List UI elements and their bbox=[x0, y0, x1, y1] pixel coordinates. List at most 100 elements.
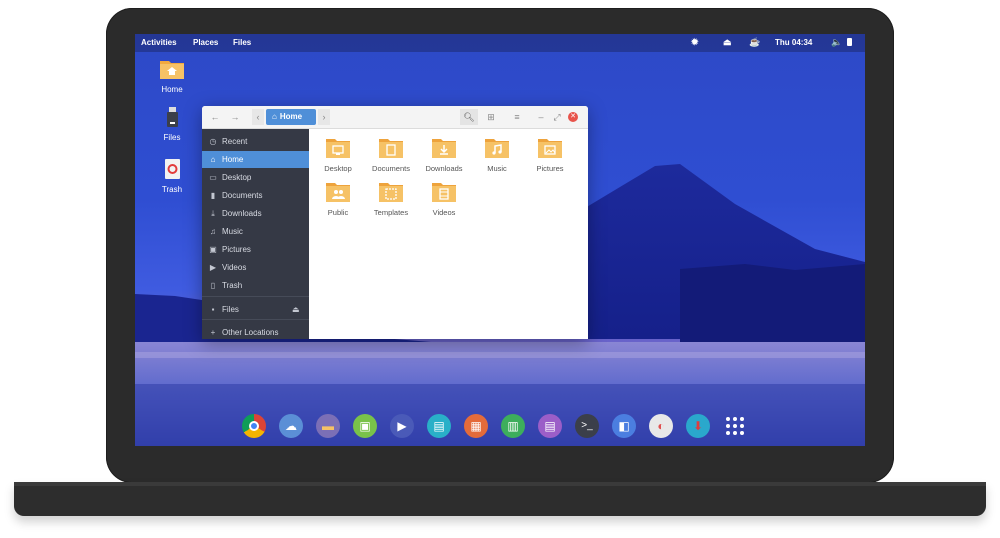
minimize-button[interactable]: – bbox=[536, 109, 546, 125]
eject-icon[interactable]: ⏏ bbox=[292, 301, 300, 318]
templates-folder-icon bbox=[379, 183, 403, 202]
image-viewer-icon[interactable]: ▣ bbox=[353, 414, 377, 438]
maximize-button[interactable]: ⤢ bbox=[552, 109, 562, 125]
folder-label: Music bbox=[487, 164, 507, 173]
downloads-folder-icon bbox=[432, 139, 456, 158]
grid-view-icon[interactable]: ⊞ bbox=[484, 109, 498, 125]
close-button[interactable]: ✕ bbox=[568, 112, 578, 122]
folder-label: Templates bbox=[373, 208, 409, 217]
download-icon: ⤓ bbox=[211, 209, 215, 218]
video-icon: ▶ bbox=[209, 263, 217, 272]
sidebar-item-pictures[interactable]: ▣ Pictures bbox=[202, 241, 309, 258]
drive-icon: ▪ bbox=[211, 305, 215, 314]
breadcrumb-home[interactable]: ⌂ Home bbox=[266, 109, 316, 125]
headerbar: ← → ‹ ⌂ Home › 🔍︎ ⊞ ≡ – ⤢ ✕ bbox=[202, 106, 588, 129]
text-editor-icon[interactable]: ▤ bbox=[427, 414, 451, 438]
sidebar-item-other-locations[interactable]: + Other Locations bbox=[202, 324, 309, 339]
folder-public[interactable]: Public bbox=[313, 181, 363, 217]
pictures-folder-icon bbox=[538, 139, 562, 158]
breadcrumb-right-button[interactable]: › bbox=[318, 109, 330, 125]
desktop-icon-label: Files bbox=[163, 133, 181, 142]
media-player-icon[interactable]: ▶ bbox=[390, 414, 414, 438]
desktop-folder-icon bbox=[326, 139, 350, 158]
dock: ☁ ▬ ▣ ▶ ▤ ▦ ▥ ▤ >_ ◧ ◐ ⬇ bbox=[230, 405, 770, 445]
folder-music[interactable]: Music bbox=[472, 137, 522, 173]
clock-icon: ◷ bbox=[209, 137, 217, 146]
folder-desktop[interactable]: Desktop bbox=[313, 137, 363, 173]
files-menu[interactable]: Files bbox=[233, 38, 251, 47]
software-center-icon[interactable]: ⬇ bbox=[686, 414, 710, 438]
presentation-icon[interactable]: ▦ bbox=[464, 414, 488, 438]
music-folder-icon bbox=[485, 139, 509, 158]
sidebar-item-trash[interactable]: ▯ Trash bbox=[202, 277, 309, 294]
sidebar-item-documents[interactable]: ▮ Documents bbox=[202, 187, 309, 204]
sidebar: ◷ Recent ⌂ Home ▭ Desktop ▮ Documents ⤓ Downl… bbox=[202, 129, 309, 339]
breadcrumb-label: Home bbox=[279, 112, 303, 121]
desktop-icon: ▭ bbox=[209, 173, 217, 182]
desktop-icon-trash[interactable]: Trash bbox=[152, 158, 192, 194]
document-icon: ▮ bbox=[210, 191, 216, 200]
sidebar-divider bbox=[202, 319, 309, 320]
sidebar-item-desktop[interactable]: ▭ Desktop bbox=[202, 169, 309, 186]
music-icon: ♫ bbox=[210, 227, 216, 236]
folder-downloads[interactable]: Downloads bbox=[419, 137, 469, 173]
folder-videos[interactable]: Videos bbox=[419, 181, 469, 217]
battery-icon[interactable] bbox=[847, 38, 852, 48]
folder-documents[interactable]: Documents bbox=[366, 137, 416, 173]
usb-drive-icon bbox=[167, 107, 178, 127]
chrome-icon[interactable] bbox=[242, 414, 266, 438]
documents-folder-icon bbox=[379, 139, 403, 158]
folder-label: Downloads bbox=[425, 164, 463, 173]
trash-icon: ▯ bbox=[210, 281, 216, 290]
folder-label: Desktop bbox=[324, 164, 352, 173]
desktop-icon-label: Home bbox=[161, 85, 183, 94]
home-icon: ⌂ bbox=[272, 112, 277, 121]
folder-pictures[interactable]: Pictures bbox=[525, 137, 575, 173]
folder-label: Pictures bbox=[536, 164, 564, 173]
plus-icon: + bbox=[210, 328, 216, 337]
picture-icon: ▣ bbox=[209, 245, 217, 254]
desktop-icon-home[interactable]: Home bbox=[152, 58, 192, 94]
spreadsheet-icon[interactable]: ▥ bbox=[501, 414, 525, 438]
toggle-icon[interactable]: ◧ bbox=[612, 414, 636, 438]
clock[interactable]: Thu 04:34 bbox=[775, 38, 812, 47]
settings-icon[interactable]: ◐ bbox=[649, 414, 673, 438]
places-menu[interactable]: Places bbox=[193, 38, 218, 47]
settings-tray-icon[interactable]: ✹ bbox=[691, 37, 699, 48]
public-folder-icon bbox=[326, 183, 350, 202]
sidebar-item-downloads[interactable]: ⤓ Downloads bbox=[202, 205, 309, 222]
back-button[interactable]: ← bbox=[208, 109, 222, 125]
folder-label: Public bbox=[327, 208, 349, 217]
menu-icon[interactable]: ≡ bbox=[510, 109, 524, 125]
search-button[interactable]: 🔍︎ bbox=[460, 109, 478, 125]
terminal-icon[interactable]: >_ bbox=[575, 414, 599, 438]
sidebar-item-music[interactable]: ♫ Music bbox=[202, 223, 309, 240]
file-manager-window: ← → ‹ ⌂ Home › 🔍︎ ⊞ ≡ – ⤢ ✕ ◷ Recent ⌂ Home… bbox=[202, 106, 588, 339]
sidebar-item-videos[interactable]: ▶ Videos bbox=[202, 259, 309, 276]
activities-button[interactable]: Activities bbox=[141, 38, 177, 47]
forward-button[interactable]: → bbox=[228, 109, 242, 125]
breadcrumb-left-button[interactable]: ‹ bbox=[252, 109, 264, 125]
trash-icon bbox=[165, 159, 180, 179]
desktop-screen: Activities Places Files ✹ ⏏ ☕ Thu 04:34 … bbox=[135, 34, 865, 446]
sidebar-item-home[interactable]: ⌂ Home bbox=[202, 151, 309, 168]
sidebar-item-recent[interactable]: ◷ Recent bbox=[202, 133, 309, 150]
writer-icon[interactable]: ▤ bbox=[538, 414, 562, 438]
folder-label: Videos bbox=[432, 208, 456, 217]
sidebar-item-files[interactable]: ▪ Files ⏏ bbox=[202, 301, 309, 318]
sidebar-divider bbox=[202, 296, 309, 297]
home-folder-icon bbox=[160, 61, 184, 79]
cloud-icon[interactable]: ☁ bbox=[279, 414, 303, 438]
folder-view: Desktop Documents Downloads Music Pictur… bbox=[309, 129, 588, 339]
folder-label: Documents bbox=[372, 164, 410, 173]
desktop-icon-label: Trash bbox=[161, 185, 183, 194]
files-icon[interactable]: ▬ bbox=[316, 414, 340, 438]
eject-icon[interactable]: ⏏ bbox=[723, 37, 732, 48]
coffee-icon[interactable]: ☕ bbox=[749, 37, 760, 48]
laptop-base bbox=[14, 482, 986, 516]
desktop-icon-files[interactable]: Files bbox=[152, 106, 192, 142]
home-icon: ⌂ bbox=[210, 155, 216, 164]
folder-templates[interactable]: Templates bbox=[366, 181, 416, 217]
app-grid-icon[interactable] bbox=[723, 414, 747, 438]
volume-icon[interactable]: 🔈 bbox=[831, 37, 842, 48]
